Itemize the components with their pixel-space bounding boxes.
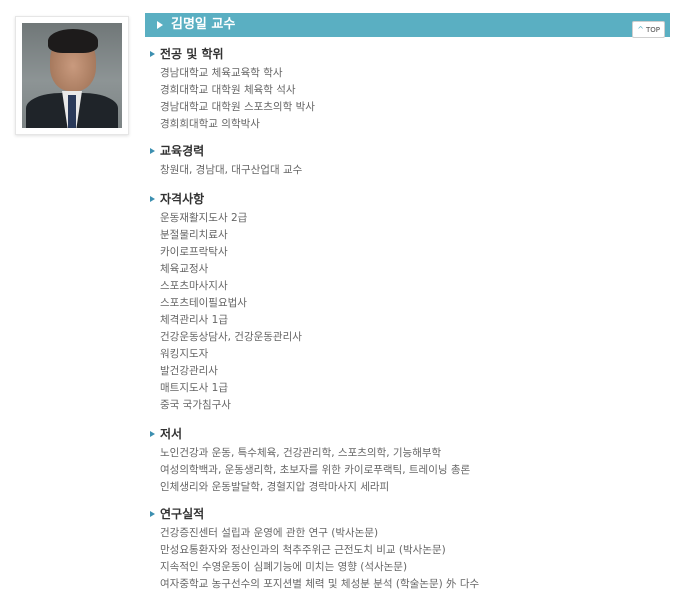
list-item: 경희대학교 대학원 체육학 석사 <box>160 84 296 96</box>
list-item: 여성의학백과, 운동생리학, 초보자를 위한 카이로푸랙틱, 트레이닝 총론 <box>160 464 471 476</box>
bullet-triangle-icon <box>150 196 155 202</box>
list-item: 발건강관리사 <box>160 365 218 377</box>
section-title: 연구실적 <box>160 507 205 521</box>
section-teaching-career: 교육경력 창원대, 경남대, 대구산업대 교수 <box>149 143 302 179</box>
section-title: 자격사항 <box>160 192 205 206</box>
list-item: 카이로프락탁사 <box>160 246 228 258</box>
list-item: 스포츠테이필요법사 <box>160 297 247 309</box>
section-title: 저서 <box>160 427 183 441</box>
professor-name: 김명일 교수 <box>171 17 236 32</box>
list-item: 분절물리치료사 <box>160 229 228 241</box>
list-item: 창원대, 경남대, 대구산업대 교수 <box>160 164 303 176</box>
profile-title-bar: 김명일 교수 ^ TOP <box>145 13 670 38</box>
bullet-triangle-icon <box>150 148 155 154</box>
section-publications: 저서 노인건강과 운동, 특수체육, 건강관리학, 스포츠의학, 기능해부학 여… <box>149 426 470 496</box>
title-triangle-icon <box>157 21 163 29</box>
section-title: 전공 및 학위 <box>160 47 224 61</box>
bullet-triangle-icon <box>150 431 155 437</box>
list-item: 노인건강과 운동, 특수체육, 건강관리학, 스포츠의학, 기능해부학 <box>160 447 442 459</box>
list-item: 매트지도사 1급 <box>160 382 228 394</box>
top-button[interactable]: ^ TOP <box>632 21 665 38</box>
bullet-triangle-icon <box>150 51 155 57</box>
list-item: 경남대학교 대학원 스포츠의학 박사 <box>160 101 315 113</box>
list-item: 워킹지도자 <box>160 348 209 360</box>
list-item: 체격관리사 1급 <box>160 314 228 326</box>
profile-photo <box>22 23 122 128</box>
list-item: 지속적인 수영운동이 심폐기능에 미치는 영향 (석사논문) <box>160 561 408 573</box>
bullet-triangle-icon <box>150 511 155 517</box>
profile-photo-frame <box>15 16 129 135</box>
list-item: 스포츠마사지사 <box>160 280 228 292</box>
list-item: 경남대학교 체육교육학 학사 <box>160 67 283 79</box>
section-qualifications: 자격사항 운동재활지도사 2급 분절물리치료사 카이로프락탁사 체육교정사 스포… <box>149 191 302 414</box>
list-item: 중국 국가침구사 <box>160 399 231 411</box>
list-item: 건강운동상담사, 건강운동관리사 <box>160 331 302 343</box>
section-major-degree: 전공 및 학위 경남대학교 체육교육학 학사 경희대학교 대학원 체육학 석사 … <box>149 46 315 133</box>
list-item: 경희희대학교 의학박사 <box>160 118 260 130</box>
list-item: 인체생리와 운동발달학, 경혈지압 경락마사지 세라피 <box>160 481 390 493</box>
section-research: 연구실적 건강증진센터 설립과 운영에 관한 연구 (박사논문) 만성요통환자와… <box>149 506 479 593</box>
list-item: 만성요통환자와 정산인과의 척추주위근 근전도치 비교 (박사논문) <box>160 544 446 556</box>
list-item: 운동재활지도사 2급 <box>160 212 248 224</box>
chevron-up-icon: ^ <box>637 25 644 34</box>
list-item: 여자중학교 농구선수의 포지션별 체력 및 체성분 분석 (학술논문) 外 다수 <box>160 578 480 590</box>
list-item: 건강증진센터 설립과 운영에 관한 연구 (박사논문) <box>160 527 379 539</box>
section-title: 교육경력 <box>160 144 205 158</box>
top-label: TOP <box>645 26 660 34</box>
list-item: 체육교정사 <box>160 263 209 275</box>
